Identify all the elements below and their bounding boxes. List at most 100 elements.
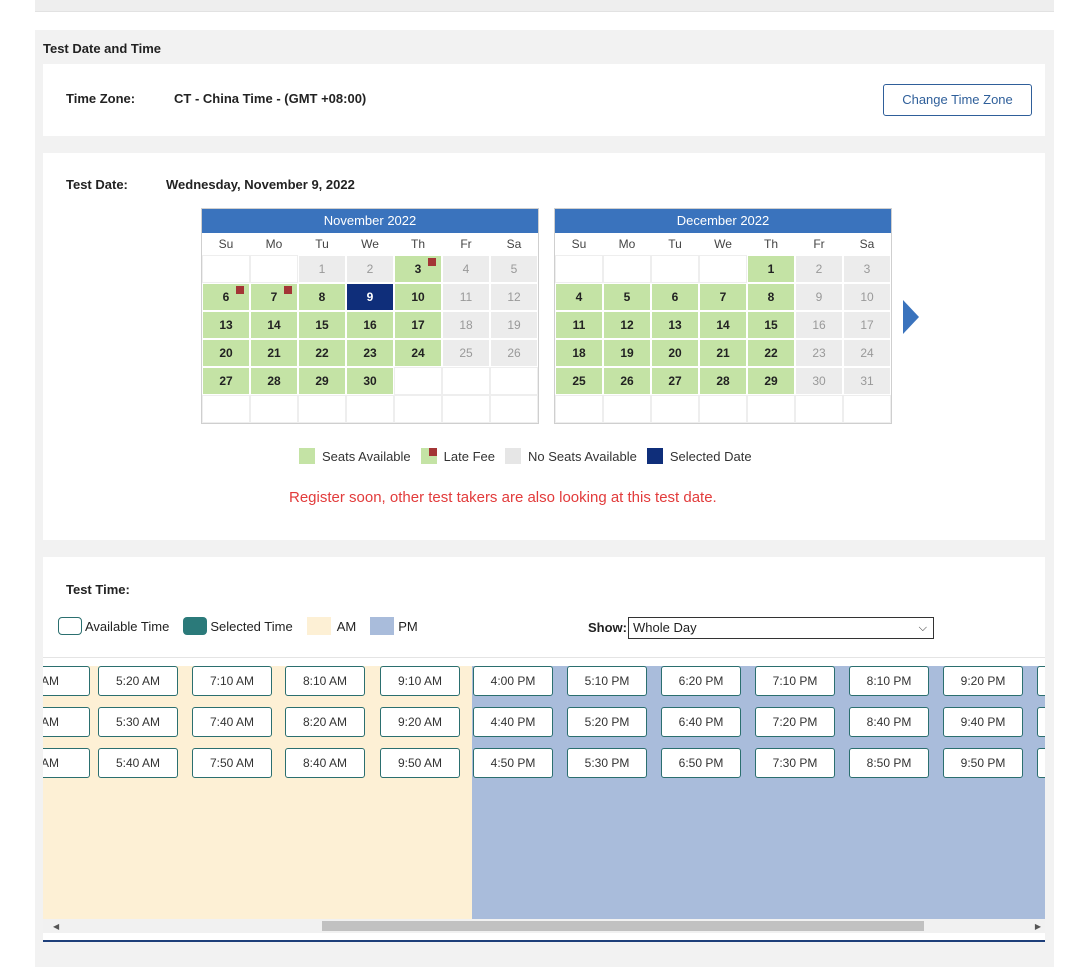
calendar-day[interactable]: 29 — [298, 367, 346, 395]
time-slot-button[interactable]: 6:40 PM — [661, 707, 741, 737]
calendar-day[interactable]: 9 — [346, 283, 394, 311]
calendar-day[interactable]: 8 — [298, 283, 346, 311]
time-slot-button[interactable]: 9:10 AM — [380, 666, 460, 696]
time-slot-button[interactable]: 8:40 AM — [285, 748, 365, 778]
time-slot-button[interactable]: 9:40 PM — [943, 707, 1023, 737]
calendar-day[interactable]: 15 — [298, 311, 346, 339]
calendar-day[interactable]: 4 — [555, 283, 603, 311]
test-time-label: Test Time: — [66, 582, 130, 597]
show-filter-value: Whole Day — [633, 620, 697, 635]
calendar-empty-cell — [555, 255, 603, 283]
calendar-empty-cell — [202, 395, 250, 423]
calendar-day[interactable]: 21 — [250, 339, 298, 367]
time-slot-button[interactable]: 7:40 AM — [192, 707, 272, 737]
time-slot-button[interactable]: AM — [43, 748, 90, 778]
time-slot-button[interactable]: 9:20 AM — [380, 707, 460, 737]
calendar-day[interactable]: 23 — [346, 339, 394, 367]
time-slot-button[interactable]: 5:10 PM — [567, 666, 647, 696]
calendar-day[interactable]: 22 — [747, 339, 795, 367]
calendar-day[interactable]: 6 — [202, 283, 250, 311]
time-slot-button[interactable] — [1037, 666, 1045, 696]
calendar-day[interactable]: 8 — [747, 283, 795, 311]
calendar-day[interactable]: 27 — [202, 367, 250, 395]
calendar-day[interactable]: 11 — [555, 311, 603, 339]
time-slot-button[interactable] — [1037, 707, 1045, 737]
calendar-day[interactable]: 17 — [394, 311, 442, 339]
calendar-day[interactable]: 29 — [747, 367, 795, 395]
time-slot-button[interactable]: 8:10 PM — [849, 666, 929, 696]
calendar-day[interactable]: 6 — [651, 283, 699, 311]
legend-label: PM — [398, 618, 418, 634]
legend-label: AM — [336, 618, 357, 634]
time-slot-button[interactable]: 8:50 PM — [849, 748, 929, 778]
calendar-day[interactable]: 20 — [651, 339, 699, 367]
time-slot-button[interactable]: 4:00 PM — [473, 666, 553, 696]
next-month-arrow-icon[interactable] — [903, 300, 919, 334]
time-slot-button[interactable]: 5:30 PM — [567, 748, 647, 778]
time-slot-button[interactable]: 9:50 AM — [380, 748, 460, 778]
calendar-day[interactable]: 16 — [346, 311, 394, 339]
calendar-day[interactable]: 28 — [250, 367, 298, 395]
calendar-empty-cell — [603, 255, 651, 283]
calendar-day[interactable]: 21 — [699, 339, 747, 367]
seat-warning-message: Register soon, other test takers are als… — [289, 489, 717, 506]
time-slot-button[interactable]: 5:20 AM — [98, 666, 178, 696]
calendar-day[interactable]: 20 — [202, 339, 250, 367]
calendar-day[interactable]: 15 — [747, 311, 795, 339]
scroll-right-arrow-icon[interactable]: ▶ — [1035, 922, 1041, 931]
calendar-day[interactable]: 27 — [651, 367, 699, 395]
calendar-day[interactable]: 12 — [603, 311, 651, 339]
show-filter-select[interactable]: Whole Day ⌵ — [628, 617, 934, 639]
time-slot-button[interactable]: 9:50 PM — [943, 748, 1023, 778]
calendar-day[interactable]: 5 — [603, 283, 651, 311]
time-slot-button[interactable]: 9:20 PM — [943, 666, 1023, 696]
pm-time-region — [472, 666, 1045, 919]
time-slot-button[interactable]: AM — [43, 707, 90, 737]
calendar-day[interactable]: 13 — [651, 311, 699, 339]
calendar-day: 1 — [298, 255, 346, 283]
calendar-day[interactable]: 14 — [699, 311, 747, 339]
time-slot-button[interactable]: 7:20 PM — [755, 707, 835, 737]
horizontal-scrollbar[interactable]: ◀ ▶ — [43, 919, 1045, 933]
calendar-day: 9 — [795, 283, 843, 311]
calendar-day[interactable]: 26 — [603, 367, 651, 395]
calendar-day[interactable]: 7 — [699, 283, 747, 311]
weekday-label: Mo — [618, 237, 636, 251]
calendar-day[interactable]: 7 — [250, 283, 298, 311]
calendar-day[interactable]: 28 — [699, 367, 747, 395]
calendar-day[interactable]: 22 — [298, 339, 346, 367]
time-slot-button[interactable]: 6:50 PM — [661, 748, 741, 778]
time-slot-button[interactable]: AM — [43, 666, 90, 696]
time-slot-button[interactable]: 5:20 PM — [567, 707, 647, 737]
calendar-day[interactable]: 14 — [250, 311, 298, 339]
legend-selected-date: Selected Date — [646, 448, 752, 464]
calendar-day[interactable]: 13 — [202, 311, 250, 339]
time-slot-scroll-area[interactable]: AM AM AM 5:20 AM 5:30 AM 5:40 AM 7:10 AM 7:40 A… — [43, 657, 1045, 919]
calendar-empty-cell — [442, 367, 490, 395]
calendar-day[interactable]: 18 — [555, 339, 603, 367]
calendar-day[interactable]: 3 — [394, 255, 442, 283]
time-slot-button[interactable]: 8:40 PM — [849, 707, 929, 737]
calendar-day[interactable]: 1 — [747, 255, 795, 283]
scroll-left-arrow-icon[interactable]: ◀ — [53, 922, 59, 931]
time-slot-button[interactable]: 7:10 AM — [192, 666, 272, 696]
time-slot-button[interactable]: 5:30 AM — [98, 707, 178, 737]
calendar-day[interactable]: 30 — [346, 367, 394, 395]
calendar-day[interactable]: 24 — [394, 339, 442, 367]
time-slot-button[interactable]: 5:40 AM — [98, 748, 178, 778]
calendar-day[interactable]: 10 — [394, 283, 442, 311]
time-slot-button[interactable]: 7:10 PM — [755, 666, 835, 696]
time-slot-button[interactable] — [1037, 748, 1045, 778]
test-date-panel: Test Date: Wednesday, November 9, 2022 N… — [43, 153, 1045, 540]
calendar-day[interactable]: 25 — [555, 367, 603, 395]
time-slot-button[interactable]: 8:10 AM — [285, 666, 365, 696]
time-slot-button[interactable]: 8:20 AM — [285, 707, 365, 737]
time-slot-button[interactable]: 7:50 AM — [192, 748, 272, 778]
time-slot-button[interactable]: 7:30 PM — [755, 748, 835, 778]
change-time-zone-button[interactable]: Change Time Zone — [883, 84, 1032, 116]
scrollbar-thumb[interactable] — [322, 921, 924, 931]
time-slot-button[interactable]: 4:40 PM — [473, 707, 553, 737]
time-slot-button[interactable]: 6:20 PM — [661, 666, 741, 696]
calendar-day[interactable]: 19 — [603, 339, 651, 367]
time-slot-button[interactable]: 4:50 PM — [473, 748, 553, 778]
